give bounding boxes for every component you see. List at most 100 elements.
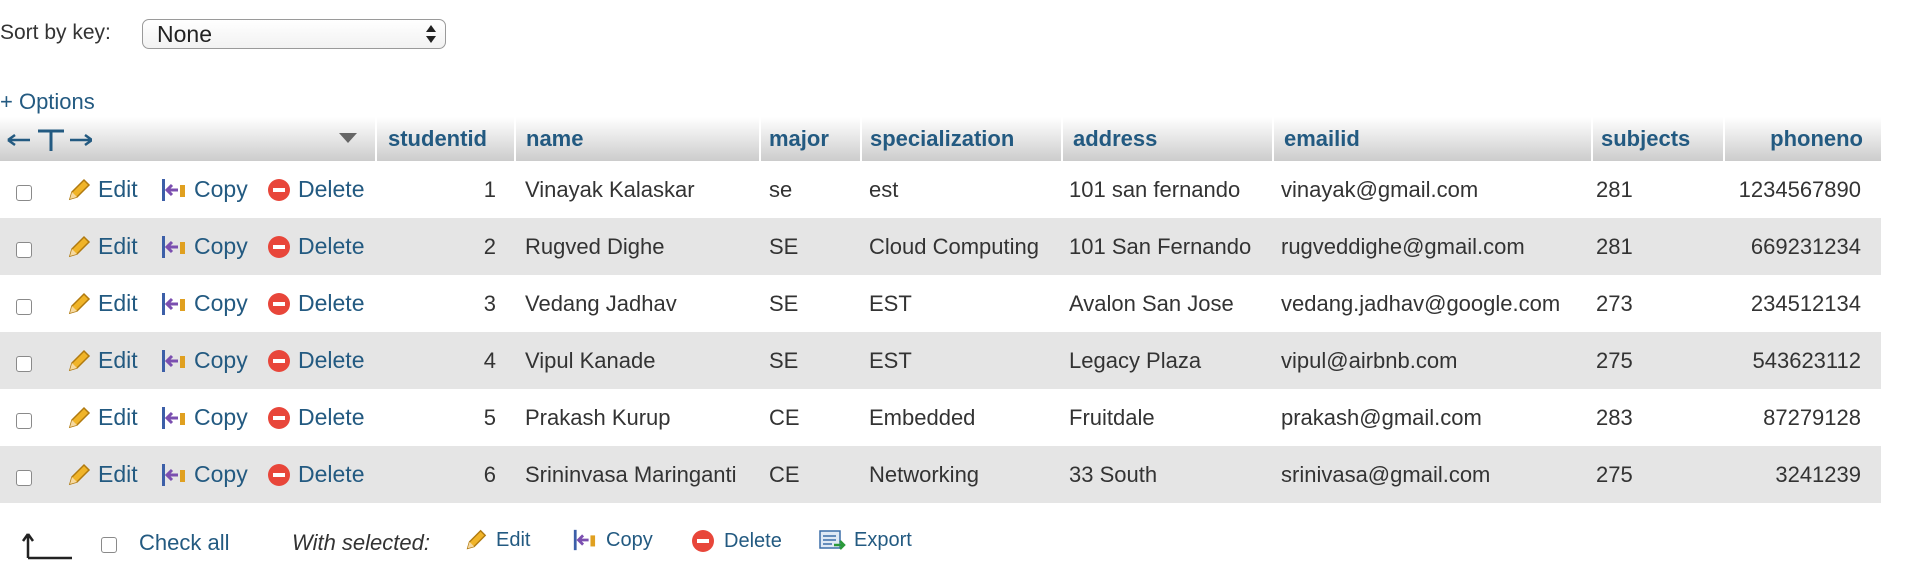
column-separator xyxy=(375,117,377,161)
cell-name: Vinayak Kalaskar xyxy=(525,177,695,202)
row-delete-button[interactable]: Delete xyxy=(266,161,364,218)
delete-label: Delete xyxy=(298,347,365,373)
cell-emailid: vipul@airbnb.com xyxy=(1281,348,1458,373)
col-specialization[interactable]: specialization xyxy=(870,117,1014,161)
cell-subjects: 275 xyxy=(1596,462,1633,487)
cell-address: Legacy Plaza xyxy=(1069,348,1202,373)
row-edit-button[interactable]: Edit xyxy=(66,389,138,446)
row-copy-button[interactable]: Copy xyxy=(158,446,248,503)
cell-phoneno: 669231234 xyxy=(1750,234,1861,259)
bulk-copy-button[interactable]: Copy xyxy=(570,528,653,552)
edit-label: Edit xyxy=(98,404,138,430)
copy-icon xyxy=(162,292,185,315)
delete-icon xyxy=(268,235,290,258)
row-copy-button[interactable]: Copy xyxy=(158,218,248,275)
check-all-link[interactable]: Check all xyxy=(139,530,229,556)
sort-dropdown-icon[interactable] xyxy=(338,131,358,145)
pencil-icon xyxy=(68,178,91,200)
copy-icon xyxy=(162,235,185,258)
bulk-delete-button[interactable]: Delete xyxy=(690,528,782,554)
row-delete-button[interactable]: Delete xyxy=(266,218,364,275)
row-edit-button[interactable]: Edit xyxy=(66,446,138,503)
bulk-actions-bar: Check all With selected: Edit Copy Delet… xyxy=(0,520,1000,570)
cell-studentid: 2 xyxy=(483,234,496,259)
copy-icon xyxy=(162,178,185,201)
column-separator xyxy=(1272,117,1274,161)
edit-label: Edit xyxy=(98,461,138,487)
table-row: Edit Copy Delete 3 Vedang Jadhav SE EST … xyxy=(0,275,1881,332)
cell-specialization: Embedded xyxy=(869,405,976,430)
row-edit-button[interactable]: Edit xyxy=(66,332,138,389)
row-delete-button[interactable]: Delete xyxy=(266,446,364,503)
cell-phoneno: 1234567890 xyxy=(1738,177,1861,202)
cell-major: CE xyxy=(769,462,800,487)
row-copy-button[interactable]: Copy xyxy=(158,389,248,446)
col-name[interactable]: name xyxy=(526,117,583,161)
with-selected-label: With selected: xyxy=(292,530,430,555)
cell-subjects: 273 xyxy=(1596,291,1633,316)
options-link[interactable]: + Options xyxy=(0,89,95,115)
cell-specialization: EST xyxy=(869,291,912,316)
cell-specialization: Networking xyxy=(869,462,980,487)
row-edit-button[interactable]: Edit xyxy=(66,218,138,275)
column-move-icon[interactable] xyxy=(6,127,92,153)
row-delete-button[interactable]: Delete xyxy=(266,389,364,446)
cell-phoneno: 87279128 xyxy=(1763,405,1861,430)
row-checkbox[interactable] xyxy=(16,242,32,258)
column-separator xyxy=(860,117,862,161)
delete-label: Delete xyxy=(298,233,365,259)
row-delete-button[interactable]: Delete xyxy=(266,275,364,332)
col-subjects[interactable]: subjects xyxy=(1601,117,1690,161)
row-checkbox[interactable] xyxy=(16,413,32,429)
check-all-checkbox[interactable] xyxy=(101,537,117,553)
row-delete-button[interactable]: Delete xyxy=(266,332,364,389)
edit-label: Edit xyxy=(98,347,138,373)
bulk-copy-label: Copy xyxy=(606,528,653,551)
cell-specialization: Cloud Computing xyxy=(869,234,1039,259)
col-phoneno[interactable]: phoneno xyxy=(1770,117,1863,161)
edit-label: Edit xyxy=(98,290,138,316)
cell-address: Fruitdale xyxy=(1069,405,1155,430)
bulk-export-button[interactable]: Export xyxy=(818,528,912,552)
row-checkbox[interactable] xyxy=(16,299,32,315)
edit-label: Edit xyxy=(98,176,138,202)
pencil-icon xyxy=(466,529,487,550)
cell-studentid: 1 xyxy=(483,177,496,202)
table-row: Edit Copy Delete 6 Srininvasa Maringanti… xyxy=(0,446,1881,503)
row-copy-button[interactable]: Copy xyxy=(158,275,248,332)
row-edit-button[interactable]: Edit xyxy=(66,161,138,218)
row-checkbox[interactable] xyxy=(16,185,32,201)
bulk-edit-button[interactable]: Edit xyxy=(464,528,530,552)
copy-label: Copy xyxy=(194,461,248,487)
table-header: studentid name major specialization addr… xyxy=(0,117,1881,161)
export-icon xyxy=(819,530,846,550)
col-emailid[interactable]: emailid xyxy=(1284,117,1360,161)
row-checkbox[interactable] xyxy=(16,470,32,486)
column-separator xyxy=(1061,117,1063,161)
delete-icon xyxy=(268,178,290,201)
cell-subjects: 283 xyxy=(1596,405,1633,430)
cell-studentid: 6 xyxy=(483,462,496,487)
delete-label: Delete xyxy=(298,404,365,430)
bulk-edit-label: Edit xyxy=(496,528,531,551)
sort-select-value: None xyxy=(157,21,212,47)
cell-major: se xyxy=(769,177,793,202)
cell-major: SE xyxy=(769,234,799,259)
cell-emailid: vedang.jadhav@google.com xyxy=(1281,291,1561,316)
row-copy-button[interactable]: Copy xyxy=(158,161,248,218)
sort-select[interactable]: None xyxy=(142,19,446,49)
copy-label: Copy xyxy=(194,347,248,373)
copy-icon xyxy=(162,406,185,429)
col-address[interactable]: address xyxy=(1073,117,1157,161)
column-separator xyxy=(1723,117,1725,161)
cell-name: Rugved Dighe xyxy=(525,234,665,259)
row-copy-button[interactable]: Copy xyxy=(158,332,248,389)
cell-studentid: 5 xyxy=(483,405,496,430)
row-checkbox[interactable] xyxy=(16,356,32,372)
cell-name: Vedang Jadhav xyxy=(525,291,677,316)
row-edit-button[interactable]: Edit xyxy=(66,275,138,332)
col-major[interactable]: major xyxy=(769,117,829,161)
delete-icon xyxy=(268,292,290,315)
col-studentid[interactable]: studentid xyxy=(388,117,487,161)
copy-label: Copy xyxy=(194,404,248,430)
